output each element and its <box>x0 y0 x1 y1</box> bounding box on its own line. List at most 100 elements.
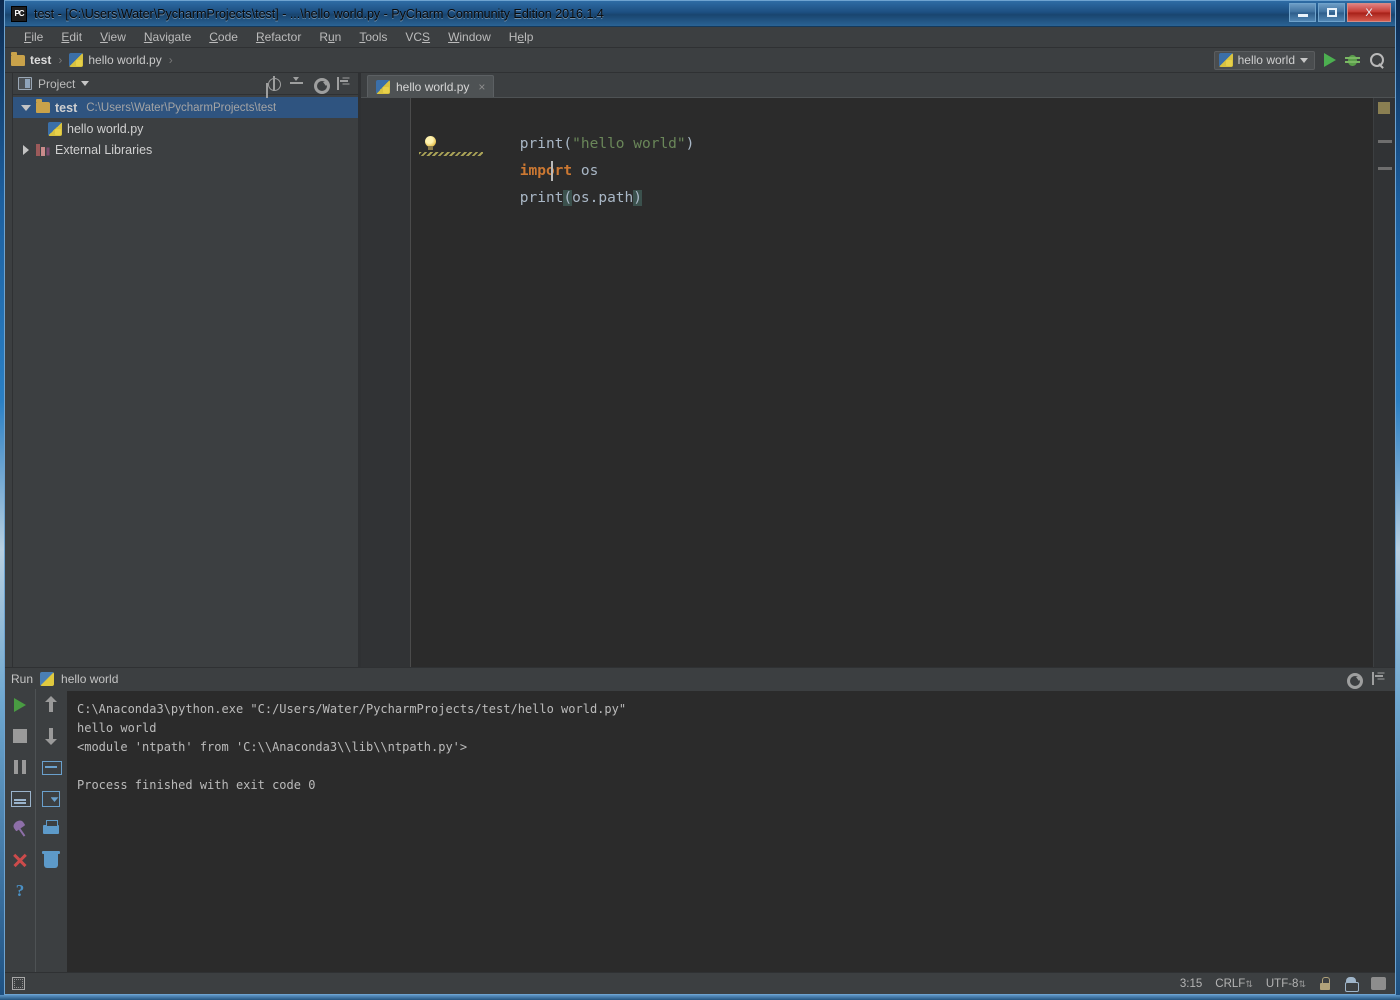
project-icon <box>18 77 32 90</box>
tree-item-path: C:\Users\Water\PycharmProjects\test <box>86 101 277 114</box>
menu-refactor[interactable]: Refactor <box>247 28 310 46</box>
window-bottom-edge <box>0 995 1400 1000</box>
run-config-name[interactable]: hello world <box>61 672 118 686</box>
stop-icon[interactable] <box>10 726 30 746</box>
restore-icon <box>1326 8 1337 17</box>
python-file-icon <box>69 53 84 67</box>
run-configuration-selector[interactable]: hello world <box>1213 50 1315 70</box>
tree-item-external-libraries[interactable]: External Libraries <box>13 139 358 160</box>
warning-marker[interactable] <box>1378 102 1390 114</box>
editor-tab-bar: hello world.py × <box>361 73 1395 97</box>
scroll-down-icon[interactable] <box>41 726 61 746</box>
menu-vcs[interactable]: VCS <box>396 28 439 46</box>
print-icon[interactable] <box>41 819 61 839</box>
inspection-hector-icon[interactable] <box>1344 976 1359 992</box>
run-actions-primary: ? <box>5 689 35 972</box>
tree-item-label: test <box>55 100 78 115</box>
chevron-right-icon[interactable] <box>21 144 31 155</box>
breadcrumb-file[interactable]: hello world.py <box>69 53 162 67</box>
main-body: Project test C:\Users\Water\PycharmProje… <box>5 73 1395 667</box>
restore-button[interactable] <box>1318 3 1345 22</box>
search-icon[interactable] <box>1369 52 1385 68</box>
tool-windows-icon[interactable] <box>12 977 25 990</box>
inspection-squiggle <box>419 152 483 156</box>
run-panel-header: Run hello world <box>5 668 1395 689</box>
tree-item-test[interactable]: test C:\Users\Water\PycharmProjects\test <box>13 97 358 118</box>
minimize-button[interactable] <box>1289 3 1316 22</box>
breadcrumb-test[interactable]: test <box>11 51 52 67</box>
change-marker[interactable] <box>1378 167 1392 170</box>
read-only-lock-icon[interactable] <box>1319 977 1331 990</box>
run-panel-body: ? C:\Anaconda3\python.exe "C:/Users/Wate… <box>5 689 1395 972</box>
debug-icon[interactable] <box>1345 53 1360 68</box>
pin-icon[interactable] <box>10 819 30 839</box>
help-icon[interactable]: ? <box>10 881 30 901</box>
scroll-to-end-icon[interactable] <box>41 788 61 808</box>
minimize-icon <box>1297 14 1308 17</box>
menu-help[interactable]: Help <box>500 28 543 46</box>
breadcrumb-label: hello world.py <box>88 53 162 67</box>
caret-position[interactable]: 3:15 <box>1180 978 1202 990</box>
change-marker[interactable] <box>1378 140 1392 143</box>
folder-icon <box>11 51 25 66</box>
code-editor[interactable]: print("hello world") import os print(os.… <box>411 98 1373 667</box>
menu-edit[interactable]: Edit <box>52 28 91 46</box>
console-icon[interactable] <box>10 788 31 808</box>
project-panel-header: Project <box>13 73 358 95</box>
line-separator-indicator[interactable]: CRLF⇅ <box>1215 978 1253 990</box>
close-button[interactable]: X <box>1347 3 1391 22</box>
hide-panel-icon[interactable] <box>335 76 350 91</box>
target-icon[interactable] <box>266 76 281 91</box>
menu-navigate[interactable]: Navigate <box>135 28 200 46</box>
status-bar: 3:15 CRLF⇅ UTF-8⇅ <box>5 972 1395 994</box>
left-tool-stripe <box>5 73 13 667</box>
editor-column: hello world.py × print("hello world") im… <box>361 73 1395 667</box>
settings-gear-icon[interactable] <box>312 76 330 94</box>
encoding-indicator[interactable]: UTF-8⇅ <box>1266 978 1306 990</box>
editor-gutter[interactable] <box>361 98 411 667</box>
pause-icon[interactable] <box>10 757 30 777</box>
code-line-3: print(os.path) <box>415 158 1373 206</box>
tree-item-hello-world-py[interactable]: hello world.py <box>13 118 358 139</box>
menu-view[interactable]: View <box>91 28 135 46</box>
console-output[interactable]: C:\Anaconda3\python.exe "C:/Users/Water/… <box>67 691 1395 972</box>
rerun-icon[interactable] <box>10 695 30 715</box>
python-file-icon <box>1218 53 1233 67</box>
scroll-up-icon[interactable] <box>41 695 61 715</box>
settings-gear-icon[interactable] <box>1345 671 1363 689</box>
chevron-down-icon[interactable] <box>21 103 31 113</box>
run-icon[interactable] <box>1324 53 1336 67</box>
text-caret <box>551 161 553 181</box>
soft-wrap-icon[interactable] <box>41 757 62 777</box>
project-panel-tools <box>266 76 353 94</box>
menu-run[interactable]: Run <box>310 28 350 46</box>
menu-file[interactable]: File <box>15 28 52 46</box>
python-run-icon <box>40 671 55 686</box>
run-tool-window: Run hello world ? C:\Anaconda3\python.ex… <box>5 667 1395 972</box>
run-panel-title: Run <box>11 671 34 686</box>
title-bar: PC test - [C:\Users\Water\PycharmProject… <box>5 1 1395 27</box>
chevron-down-icon[interactable] <box>81 81 90 86</box>
toolbar-actions: hello world <box>1213 50 1389 70</box>
title-bar-left: PC test - [C:\Users\Water\PycharmProject… <box>5 5 604 22</box>
tree-item-label: hello world.py <box>67 121 144 136</box>
tab-hello-world-py[interactable]: hello world.py × <box>367 75 495 97</box>
chevron-down-icon <box>1300 57 1308 63</box>
project-tree: test C:\Users\Water\PycharmProjects\test… <box>13 95 358 667</box>
hide-panel-icon[interactable] <box>1370 671 1385 686</box>
editor-marker-bar[interactable] <box>1373 98 1395 667</box>
memory-indicator[interactable] <box>1371 977 1386 990</box>
menu-tools[interactable]: Tools <box>350 28 396 46</box>
breadcrumb-label: test <box>30 53 52 67</box>
intention-bulb-icon[interactable] <box>424 136 437 151</box>
editor-area: print("hello world") import os print(os.… <box>361 97 1395 667</box>
close-icon[interactable]: × <box>478 80 485 94</box>
folder-icon <box>36 99 50 113</box>
collapse-all-icon[interactable] <box>289 76 304 91</box>
clear-all-icon[interactable] <box>41 850 61 870</box>
close-icon[interactable] <box>10 850 30 870</box>
run-configuration-label: hello world <box>1237 53 1295 67</box>
menu-window[interactable]: Window <box>439 28 500 46</box>
menu-code[interactable]: Code <box>200 28 247 46</box>
tab-label: hello world.py <box>396 79 470 94</box>
